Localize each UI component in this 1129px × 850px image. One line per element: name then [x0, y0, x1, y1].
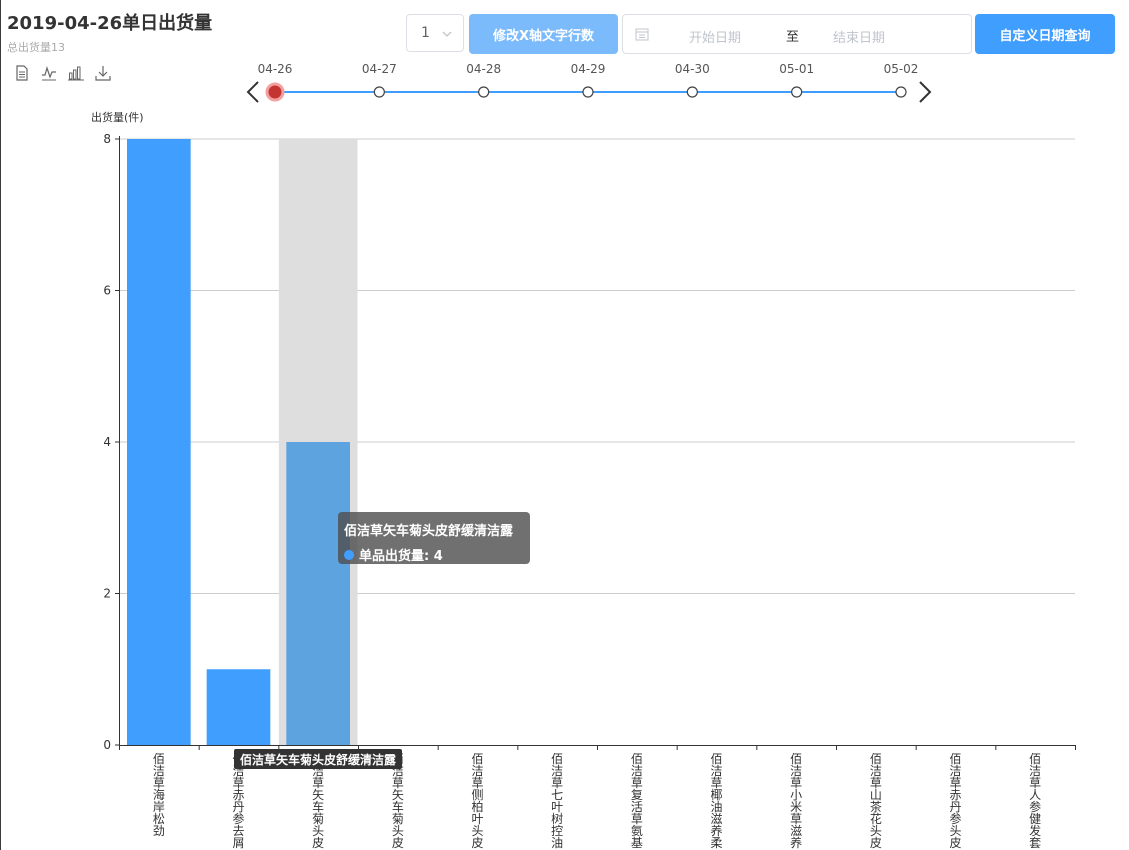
x-tick-label: 佰洁草七叶树控油	[551, 752, 563, 850]
series-dot-icon	[344, 549, 354, 560]
tooltip-value: 单品出货量: 4	[359, 549, 443, 564]
tooltip-title: 佰洁草矢车菊头皮舒缓清洁露	[344, 524, 514, 539]
x-tick-label: 佰洁草侧柏叶头皮	[471, 752, 483, 850]
y-tick-label: 6	[103, 284, 111, 298]
x-tick-label: 佰洁草海岸松劲	[153, 752, 165, 838]
y-tick-label: 2	[103, 587, 111, 601]
x-tick-label: 佰洁草椰油滋养柔	[710, 752, 722, 850]
chart-tooltip: 佰洁草矢车菊头皮舒缓清洁露 单品出货量: 4	[338, 512, 530, 564]
y-axis-title: 出货量(件)	[91, 110, 144, 124]
y-tick-label: 4	[103, 435, 111, 449]
x-tick-label: 佰洁草赤丹参头皮	[949, 752, 961, 850]
y-tick-label: 8	[103, 132, 111, 146]
x-tick-label: 佰洁草人参健发套	[1029, 752, 1041, 850]
bar[interactable]	[286, 442, 350, 745]
bar[interactable]	[127, 139, 191, 745]
y-tick-label: 0	[103, 738, 111, 752]
bar[interactable]	[206, 669, 271, 745]
x-tick-label: 佰洁草小米草滋养	[790, 752, 802, 850]
x-tick-label: 佰洁草山茶花头皮	[870, 752, 882, 850]
axis-label-tooltip: 佰洁草矢车菊头皮舒缓清洁露	[234, 749, 402, 769]
bar-chart: 出货量(件)02468佰洁草海岸松劲佰洁草赤丹参去屑佰洁草矢车菊头皮佰洁草矢车菊…	[91, 110, 1076, 850]
x-tick-label: 佰洁草复活草氨基	[631, 752, 643, 850]
